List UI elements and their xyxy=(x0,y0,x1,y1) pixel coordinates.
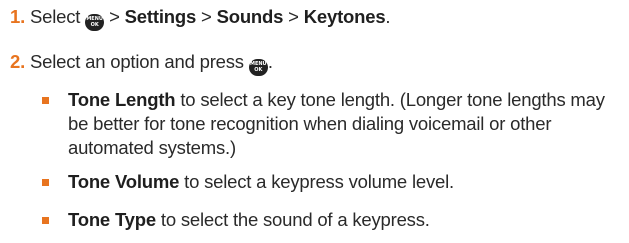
menu-path-sounds: Sounds xyxy=(216,6,284,27)
path-separator: > xyxy=(201,6,212,27)
option-description: to select a keypress volume level. xyxy=(179,171,454,192)
option-term: Tone Volume xyxy=(68,171,180,192)
menu-ok-key-icon: MENU OK xyxy=(248,59,268,76)
option-term: Tone Length xyxy=(68,89,176,110)
option-description: to select the sound of a keypress. xyxy=(155,209,430,230)
bullet-item-tone-length: Tone Length to select a key tone length.… xyxy=(42,88,608,160)
step-text: Select an option and press xyxy=(29,51,244,72)
path-separator: > xyxy=(288,6,299,27)
step-end-period: . xyxy=(267,51,273,72)
step-2: 2. Select an option and press MENU OK. xyxy=(10,51,273,76)
menu-path-settings: Settings xyxy=(124,6,197,27)
option-term: Tone Type xyxy=(68,209,156,230)
bullet-square-icon xyxy=(42,217,49,224)
step-1: 1. Select MENU OK > Settings > Sounds > K… xyxy=(10,6,391,31)
bullet-item-tone-volume: Tone Volume to select a keypress volume … xyxy=(42,170,608,194)
step-end-period: . xyxy=(385,6,391,27)
step-number: 2. xyxy=(10,51,26,72)
menu-ok-key-icon: MENU OK xyxy=(85,14,105,31)
step-number: 1. xyxy=(10,6,26,27)
bullet-item-tone-type: Tone Type to select the sound of a keypr… xyxy=(42,208,608,232)
bullet-square-icon xyxy=(42,97,49,104)
step-text-select: Select xyxy=(29,6,81,27)
bullet-square-icon xyxy=(42,179,49,186)
path-separator: > xyxy=(109,6,120,27)
menu-path-keytones: Keytones xyxy=(303,6,386,27)
